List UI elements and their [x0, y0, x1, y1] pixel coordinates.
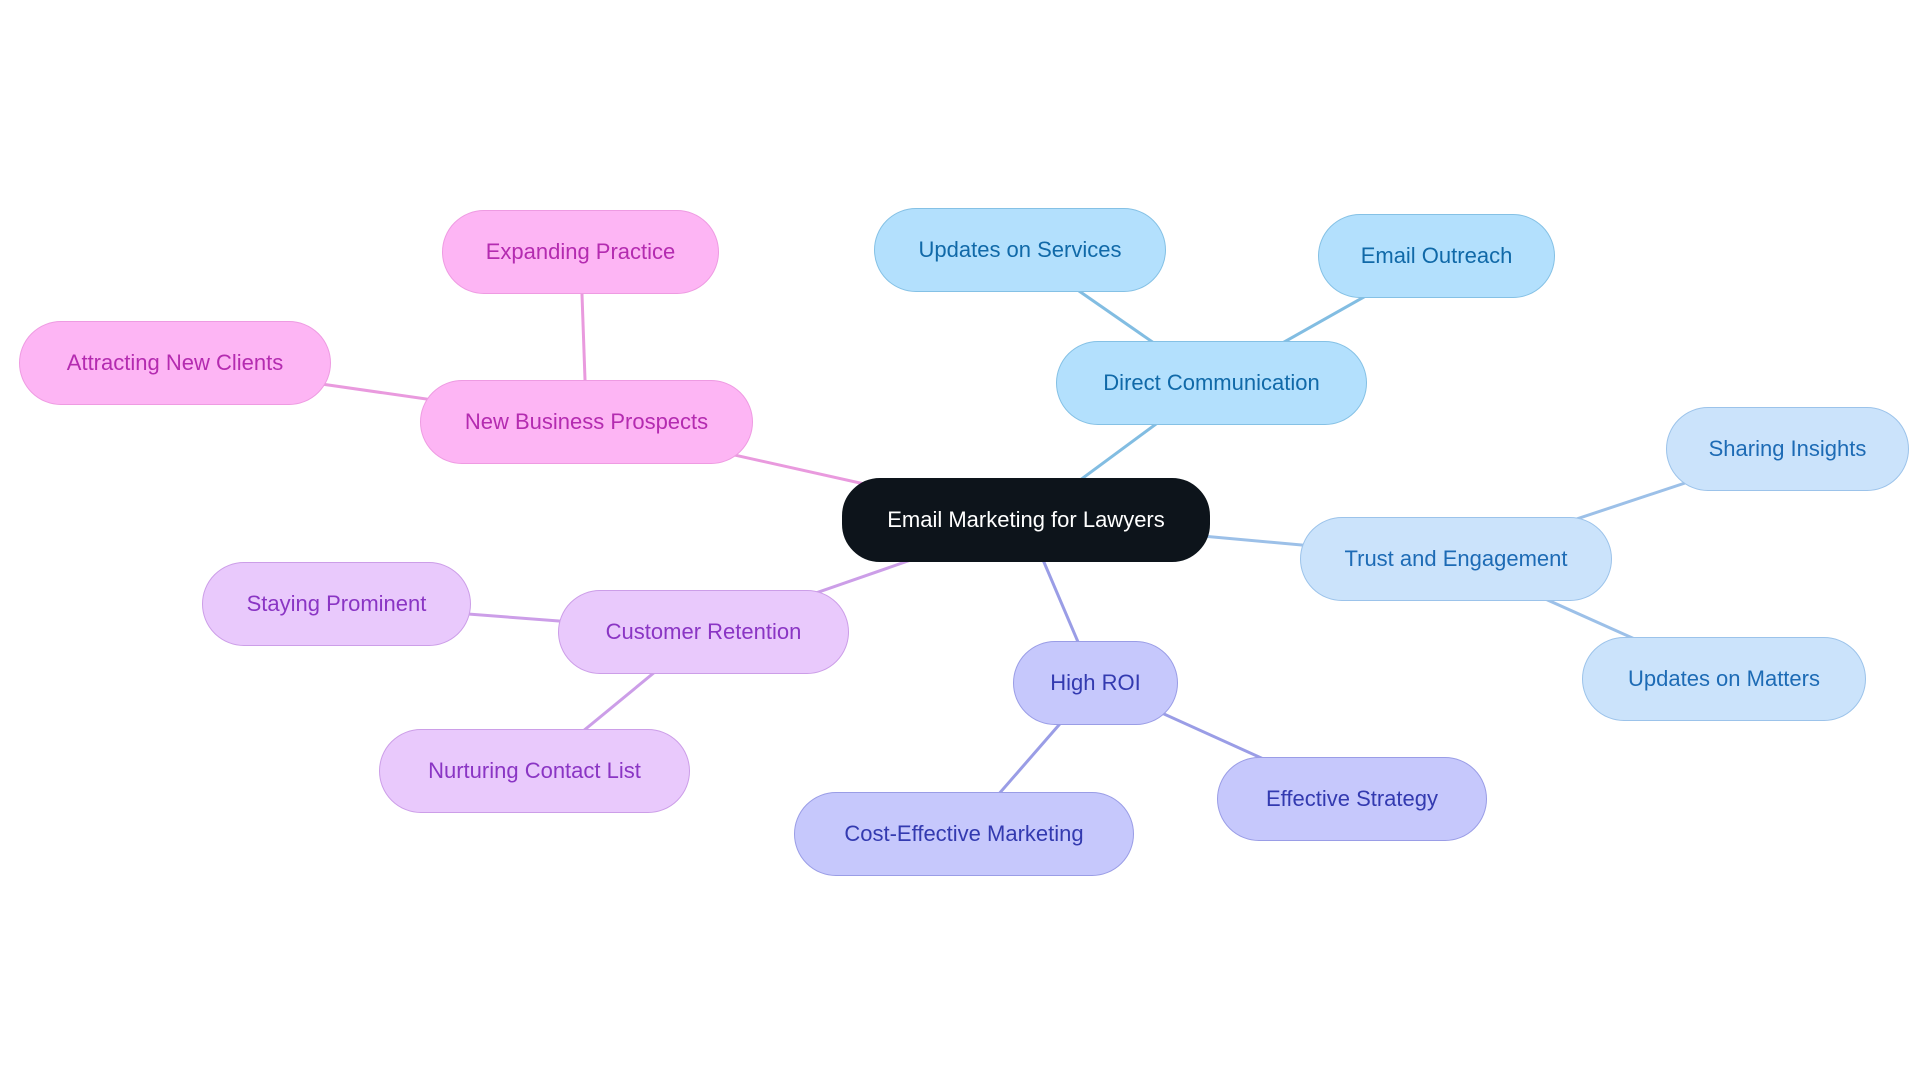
node-expanding-practice[interactable]: Expanding Practice	[442, 210, 719, 294]
node-high-roi[interactable]: High ROI	[1013, 641, 1178, 725]
node-updates-on-matters[interactable]: Updates on Matters	[1582, 637, 1866, 721]
node-attracting-new-clients[interactable]: Attracting New Clients	[19, 321, 331, 405]
node-label: Customer Retention	[605, 619, 802, 644]
node-staying-prominent[interactable]: Staying Prominent	[202, 562, 471, 646]
node-customer-retention[interactable]: Customer Retention	[558, 590, 849, 674]
node-label: Sharing Insights	[1708, 436, 1867, 461]
node-label: Expanding Practice	[485, 239, 676, 264]
node-label: Trust and Engagement	[1344, 546, 1568, 571]
node-label: Updates on Services	[918, 237, 1122, 262]
node-label: Cost-Effective Marketing	[844, 821, 1084, 846]
node-label: Email Marketing for Lawyers	[887, 507, 1165, 532]
node-email-outreach[interactable]: Email Outreach	[1318, 214, 1555, 298]
node-effective-strategy[interactable]: Effective Strategy	[1217, 757, 1487, 841]
node-trust-and-engagement[interactable]: Trust and Engagement	[1300, 517, 1612, 601]
node-nurturing-contact-list[interactable]: Nurturing Contact List	[379, 729, 690, 813]
node-updates-on-services[interactable]: Updates on Services	[874, 208, 1166, 292]
node-label: Direct Communication	[1103, 370, 1320, 395]
node-label: Email Outreach	[1360, 243, 1513, 268]
node-label: Nurturing Contact List	[428, 758, 641, 783]
node-label: High ROI	[1050, 670, 1141, 695]
node-root[interactable]: Email Marketing for Lawyers	[842, 478, 1210, 562]
node-label: New Business Prospects	[464, 409, 709, 434]
mindmap-canvas: Email Marketing for Lawyers New Business…	[0, 0, 1920, 1083]
node-label: Attracting New Clients	[66, 350, 284, 375]
node-new-business-prospects[interactable]: New Business Prospects	[420, 380, 753, 464]
node-label: Updates on Matters	[1628, 666, 1820, 691]
node-direct-communication[interactable]: Direct Communication	[1056, 341, 1367, 425]
node-label: Effective Strategy	[1265, 786, 1438, 811]
node-sharing-insights[interactable]: Sharing Insights	[1666, 407, 1909, 491]
node-cost-effective-marketing[interactable]: Cost-Effective Marketing	[794, 792, 1134, 876]
node-label: Staying Prominent	[246, 591, 427, 616]
